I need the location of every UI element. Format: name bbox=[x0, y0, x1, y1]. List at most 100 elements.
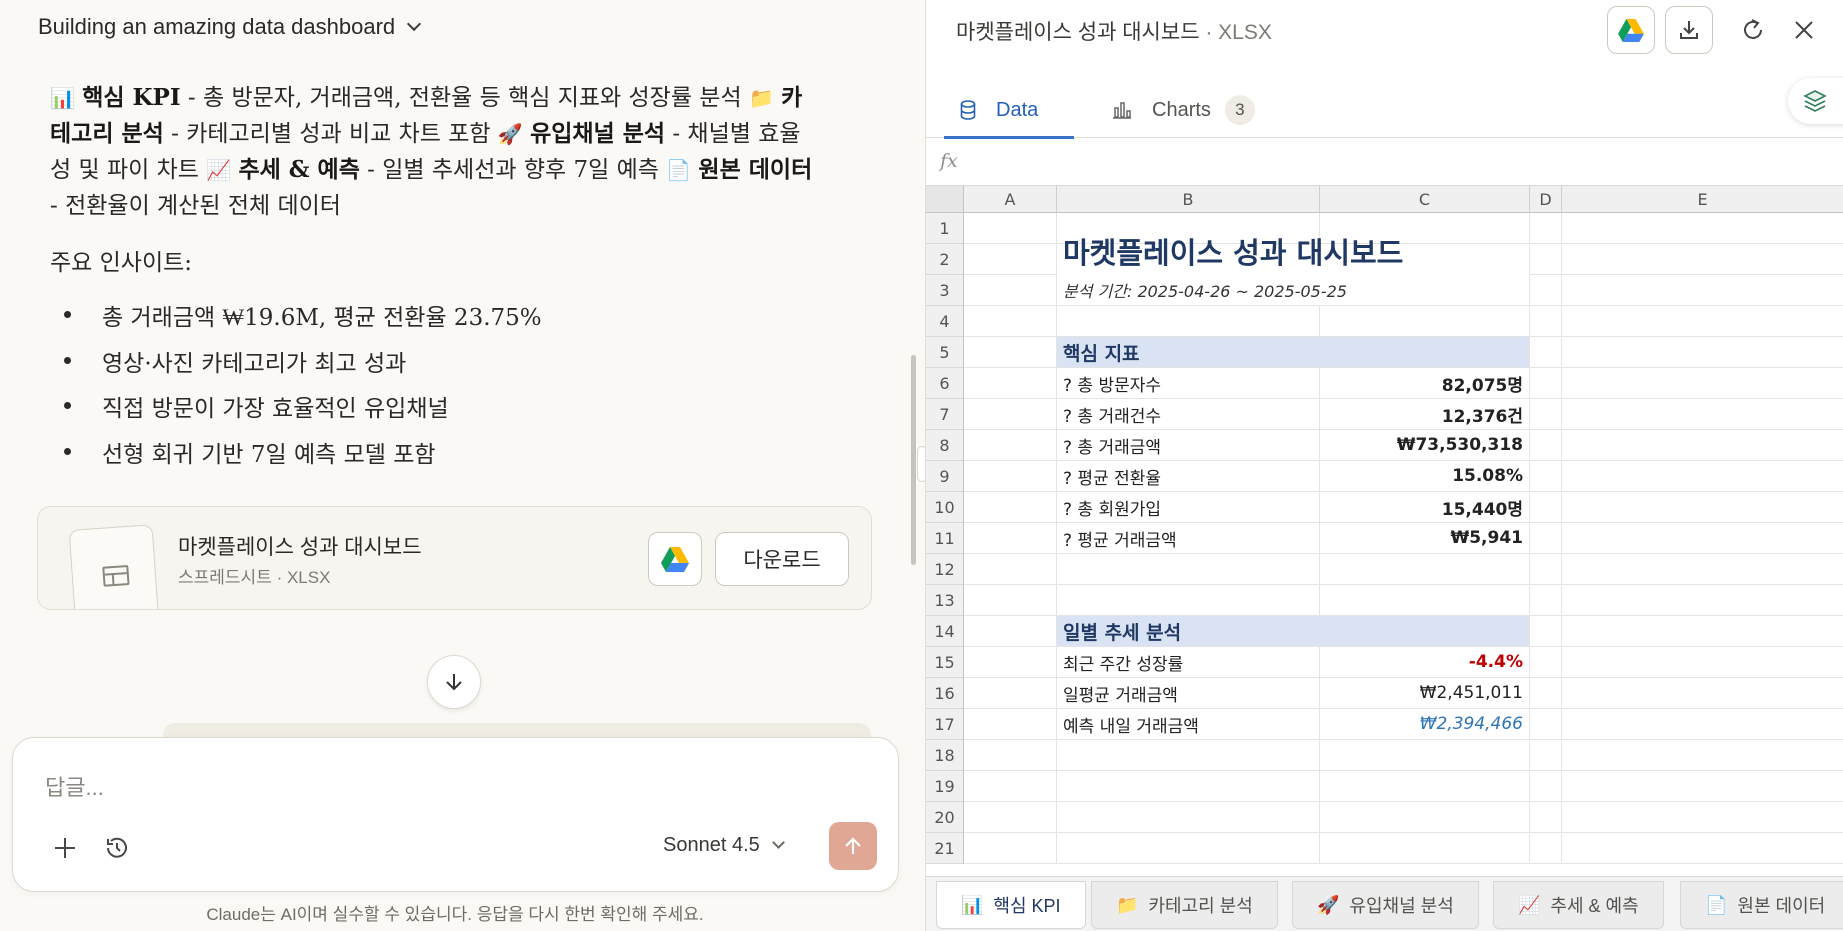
cell[interactable] bbox=[964, 554, 1057, 585]
cell[interactable] bbox=[1530, 492, 1562, 523]
kpi-value-cell[interactable]: 15.08% bbox=[1320, 461, 1530, 492]
cell[interactable] bbox=[1530, 213, 1562, 244]
cell[interactable] bbox=[1530, 616, 1562, 647]
cell[interactable] bbox=[1057, 802, 1320, 833]
cell[interactable] bbox=[1530, 523, 1562, 554]
kpi-label-cell[interactable]: ? 평균 전환율 bbox=[1057, 461, 1320, 492]
formula-bar[interactable]: fx bbox=[926, 140, 1843, 186]
cell[interactable] bbox=[1057, 771, 1320, 802]
cell[interactable] bbox=[1530, 399, 1562, 430]
column-header[interactable]: D bbox=[1530, 186, 1562, 213]
cell[interactable] bbox=[1562, 213, 1843, 244]
cell[interactable] bbox=[1320, 554, 1530, 585]
cell[interactable] bbox=[1530, 771, 1562, 802]
column-header[interactable]: A bbox=[964, 186, 1057, 213]
cell[interactable] bbox=[1562, 709, 1843, 740]
close-button[interactable] bbox=[1780, 6, 1828, 54]
cell[interactable] bbox=[1320, 771, 1530, 802]
add-attachment-button[interactable] bbox=[47, 830, 83, 866]
tab-data[interactable]: Data bbox=[943, 82, 1075, 139]
row-header[interactable]: 21 bbox=[926, 833, 964, 864]
kpi-value-cell[interactable]: 82,075명 bbox=[1320, 368, 1530, 399]
sheet-tab-channel[interactable]: 🚀 유입채널 분석 bbox=[1292, 881, 1479, 929]
row-header[interactable]: 14 bbox=[926, 616, 964, 647]
save-to-drive-button[interactable] bbox=[648, 532, 702, 586]
cell[interactable] bbox=[964, 678, 1057, 709]
row-header[interactable]: 9 bbox=[926, 461, 964, 492]
column-header[interactable]: B bbox=[1057, 186, 1320, 213]
cell[interactable] bbox=[1562, 399, 1843, 430]
row-header[interactable]: 20 bbox=[926, 802, 964, 833]
reply-input[interactable]: 답글... bbox=[45, 770, 104, 802]
cell[interactable] bbox=[964, 430, 1057, 461]
row-header[interactable]: 6 bbox=[926, 368, 964, 399]
cell[interactable] bbox=[1562, 647, 1843, 678]
cell[interactable] bbox=[964, 647, 1057, 678]
row-header[interactable]: 16 bbox=[926, 678, 964, 709]
cell[interactable] bbox=[1562, 554, 1843, 585]
cell[interactable] bbox=[1057, 833, 1320, 864]
kpi-label-cell[interactable]: ? 총 방문자수 bbox=[1057, 368, 1320, 399]
kpi-label-cell[interactable]: ? 평균 거래금액 bbox=[1057, 523, 1320, 554]
cell[interactable] bbox=[1530, 833, 1562, 864]
cell[interactable] bbox=[1530, 585, 1562, 616]
select-all-corner[interactable] bbox=[926, 186, 964, 213]
period-cell[interactable]: 분석 기간: 2025-04-26 ~ 2025-05-25 bbox=[1057, 275, 1530, 306]
cell[interactable] bbox=[1530, 306, 1562, 337]
row-header[interactable]: 2 bbox=[926, 244, 964, 275]
cell[interactable] bbox=[1562, 771, 1843, 802]
row-header[interactable]: 17 bbox=[926, 709, 964, 740]
cell[interactable] bbox=[1057, 554, 1320, 585]
kpi-label-cell[interactable]: ? 총 거래건수 bbox=[1057, 399, 1320, 430]
cell[interactable] bbox=[1562, 585, 1843, 616]
download-button[interactable]: 다운로드 bbox=[715, 532, 849, 586]
cell[interactable] bbox=[964, 833, 1057, 864]
cell[interactable] bbox=[1530, 337, 1562, 368]
cell[interactable] bbox=[1530, 740, 1562, 771]
cell[interactable] bbox=[1320, 740, 1530, 771]
cell[interactable] bbox=[1530, 461, 1562, 492]
cell[interactable] bbox=[1562, 833, 1843, 864]
cell[interactable] bbox=[964, 771, 1057, 802]
kpi-section-header[interactable]: 핵심 지표 bbox=[1057, 337, 1530, 368]
spreadsheet-grid[interactable]: A B C D E 1 2 마켓플레이스 성과 대시보드 3 분석 기간: 2025… bbox=[926, 186, 1843, 876]
cell[interactable] bbox=[1562, 740, 1843, 771]
cell[interactable] bbox=[964, 585, 1057, 616]
sheet-tab-category[interactable]: 📁 카테고리 분석 bbox=[1091, 881, 1278, 929]
cell[interactable] bbox=[1530, 368, 1562, 399]
cell[interactable] bbox=[964, 244, 1057, 275]
sheet-tab-raw-data[interactable]: 📄 원본 데이터 bbox=[1680, 881, 1843, 929]
trend-label-cell[interactable]: 일평균 거래금액 bbox=[1057, 678, 1320, 709]
kpi-value-cell[interactable]: ₩73,530,318 bbox=[1320, 430, 1530, 461]
cell[interactable] bbox=[964, 337, 1057, 368]
row-header[interactable]: 5 bbox=[926, 337, 964, 368]
row-header[interactable]: 12 bbox=[926, 554, 964, 585]
conversation-title-menu[interactable]: Building an amazing data dashboard bbox=[38, 14, 422, 40]
trend-section-header[interactable]: 일별 추세 분석 bbox=[1057, 616, 1530, 647]
cell[interactable] bbox=[1320, 833, 1530, 864]
cell[interactable] bbox=[1562, 492, 1843, 523]
cell[interactable] bbox=[1562, 430, 1843, 461]
column-header[interactable]: E bbox=[1562, 186, 1843, 213]
row-header[interactable]: 1 bbox=[926, 213, 964, 244]
cell[interactable] bbox=[964, 523, 1057, 554]
model-selector[interactable]: Sonnet 4.5 bbox=[663, 834, 785, 857]
tab-charts[interactable]: Charts 3 bbox=[1112, 82, 1255, 138]
cell[interactable] bbox=[1057, 585, 1320, 616]
cell[interactable] bbox=[1320, 306, 1530, 337]
cell[interactable] bbox=[1562, 275, 1843, 306]
kpi-label-cell[interactable]: ? 총 거래금액 bbox=[1057, 430, 1320, 461]
cell[interactable] bbox=[1562, 337, 1843, 368]
cell[interactable] bbox=[964, 368, 1057, 399]
cell[interactable] bbox=[1562, 368, 1843, 399]
cell[interactable] bbox=[1562, 523, 1843, 554]
cell[interactable] bbox=[1530, 802, 1562, 833]
cell[interactable] bbox=[1530, 647, 1562, 678]
row-header[interactable]: 10 bbox=[926, 492, 964, 523]
row-header[interactable]: 8 bbox=[926, 430, 964, 461]
cell[interactable] bbox=[1562, 678, 1843, 709]
cell[interactable] bbox=[1057, 740, 1320, 771]
column-header[interactable]: C bbox=[1320, 186, 1530, 213]
cell[interactable] bbox=[964, 802, 1057, 833]
cell[interactable] bbox=[964, 740, 1057, 771]
